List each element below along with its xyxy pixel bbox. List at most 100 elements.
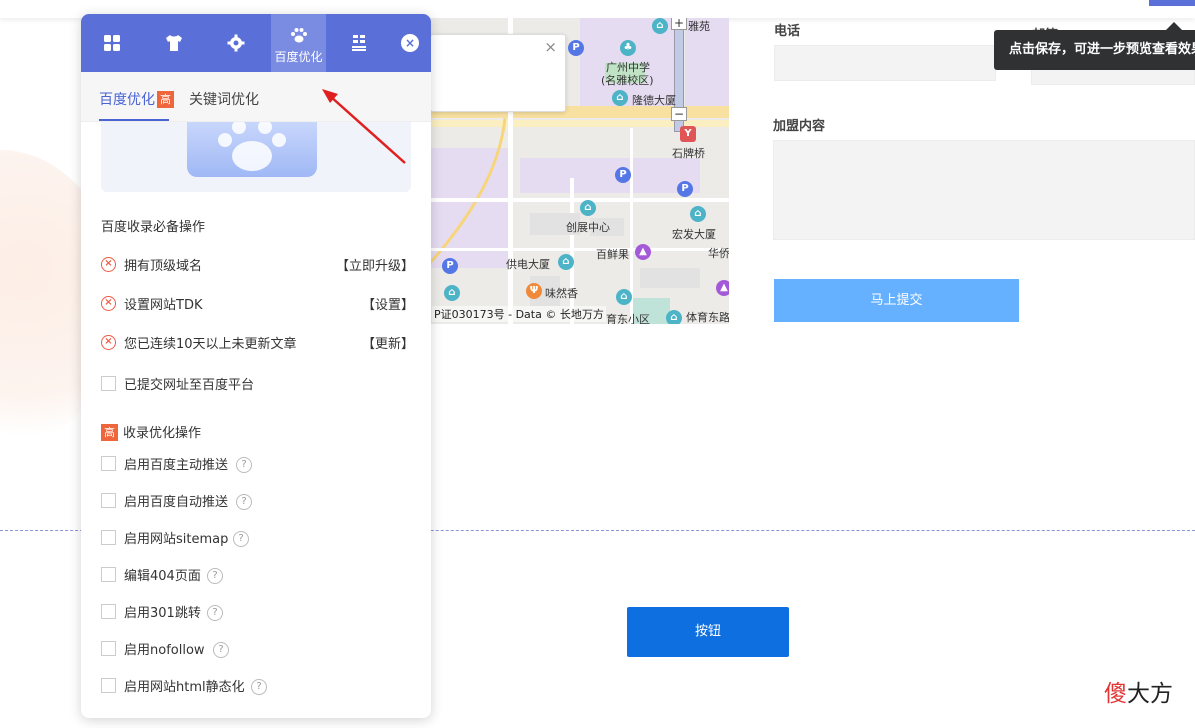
opt-item-text: 编辑404页面 <box>124 569 201 584</box>
map[interactable]: × + − ⌂ 雅苑 P ♣ 广州中学 (名雅校区) ⌂ 隆德大厦 Y 石牌桥 … <box>430 18 729 324</box>
section-required-title: 百度收录必备操作 <box>101 220 206 235</box>
zoom-in-button[interactable]: + <box>671 18 687 30</box>
help-icon[interactable]: ? <box>233 531 249 547</box>
help-icon[interactable]: ? <box>236 494 252 510</box>
map-pin-icon[interactable]: ⌂ <box>612 90 628 106</box>
tab-theme[interactable] <box>146 14 201 72</box>
update-link[interactable]: 【更新】 <box>362 333 414 352</box>
map-label: 石牌桥 <box>672 147 705 160</box>
map-pin-icon[interactable]: ⌂ <box>652 18 668 34</box>
map-pin-icon[interactable]: ⌂ <box>558 254 574 270</box>
map-label: 雅苑 <box>688 20 710 33</box>
checkbox[interactable] <box>101 678 116 693</box>
checkbox[interactable] <box>101 493 116 508</box>
submit-url-item[interactable]: 已提交网址至百度平台 <box>101 374 416 394</box>
help-icon[interactable]: ? <box>207 568 223 584</box>
section-optimize-title: 高收录优化操作 <box>101 422 201 441</box>
map-label: 育东小区 <box>606 313 650 324</box>
help-icon[interactable]: ? <box>236 457 252 473</box>
opt-item[interactable]: 启用网站sitemap ? <box>101 528 416 548</box>
opt-item-text: 启用网站html静态化 <box>124 680 245 695</box>
opt-item[interactable]: 启用百度主动推送 ? <box>101 454 416 474</box>
zoom-out-button[interactable]: − <box>671 107 687 121</box>
shirt-icon <box>166 35 182 51</box>
help-icon[interactable]: ? <box>213 642 229 658</box>
baidu-paw-graphic <box>218 120 286 171</box>
phone-field[interactable] <box>774 45 996 81</box>
map-pin-icon[interactable]: ♣ <box>620 40 636 56</box>
opt-item-text: 启用网站sitemap <box>124 532 229 547</box>
map-label: 创展中心 <box>566 221 610 234</box>
paw-icon <box>291 28 307 43</box>
section-optimize-text: 收录优化操作 <box>123 426 202 441</box>
required-item: × 设置网站TDK 【设置】 <box>101 294 416 314</box>
checkbox[interactable] <box>101 376 116 391</box>
parking-pin-icon[interactable]: P <box>615 167 631 183</box>
opt-item-text: 启用百度主动推送 <box>124 458 229 473</box>
save-tooltip: 点击保存，可进一步预览查看效果 <box>994 30 1195 70</box>
seo-panel: 百度优化 × 百度优化高 关键词优化 百度收录必备操作 × 拥有顶级域名 【立即… <box>81 14 431 718</box>
panel-subtabs: 百度优化高 关键词优化 <box>81 72 431 122</box>
shop-pin-icon[interactable]: ▲ <box>635 244 651 260</box>
checkbox[interactable] <box>101 456 116 471</box>
panel-close-button[interactable]: × <box>401 34 419 52</box>
checkbox[interactable] <box>101 530 116 545</box>
top-bar-accent[interactable] <box>1149 0 1195 6</box>
required-item-text: 拥有顶级域名 <box>124 259 203 274</box>
tooltip-arrow <box>1166 22 1182 30</box>
phone-label: 电话 <box>774 24 801 39</box>
map-pin-icon[interactable]: ⌂ <box>666 310 682 324</box>
parking-pin-icon[interactable]: P <box>442 258 458 274</box>
watermark-rest: 大方 <box>1127 681 1173 707</box>
metro-icon[interactable]: Y <box>680 126 696 142</box>
checkbox[interactable] <box>101 567 116 582</box>
map-pin-icon[interactable]: ⌂ <box>690 206 706 222</box>
map-pin-icon[interactable]: ⌂ <box>580 200 596 216</box>
panel-tab-bar: 百度优化 × <box>81 14 431 72</box>
checkbox[interactable] <box>101 641 116 656</box>
map-pin-icon[interactable]: ⌂ <box>616 289 632 305</box>
high-badge: 高 <box>101 424 118 441</box>
parking-pin-icon[interactable]: P <box>677 181 693 197</box>
map-label: (名雅校区) <box>601 74 654 87</box>
map-popup-close-icon[interactable]: × <box>544 38 557 56</box>
opt-item[interactable]: 启用nofollow ? <box>101 639 416 659</box>
map-zoom-slider[interactable]: + − <box>671 18 687 132</box>
submit-url-text: 已提交网址至百度平台 <box>124 378 255 393</box>
button[interactable]: 按钮 <box>627 607 789 657</box>
opt-item[interactable]: 编辑404页面 ? <box>101 565 416 585</box>
subtab-baidu-seo[interactable]: 百度优化高 <box>99 89 174 109</box>
grid-icon <box>104 35 120 51</box>
checkbox[interactable] <box>101 604 116 619</box>
layout-icon <box>352 35 366 51</box>
tab-settings[interactable] <box>208 14 263 72</box>
opt-item[interactable]: 启用网站html静态化 ? <box>101 676 416 696</box>
content-textarea[interactable] <box>773 140 1195 240</box>
submit-button[interactable]: 马上提交 <box>774 279 1019 322</box>
required-item: × 拥有顶级域名 【立即升级】 <box>101 255 416 275</box>
page: × + − ⌂ 雅苑 P ♣ 广州中学 (名雅校区) ⌂ 隆德大厦 Y 石牌桥 … <box>0 0 1195 728</box>
help-icon[interactable]: ? <box>251 679 267 695</box>
subtab-underline <box>99 119 169 121</box>
parking-pin-icon[interactable]: P <box>568 40 584 56</box>
watermark: 傻大方 <box>1104 674 1173 708</box>
required-item-text: 您已连续10天以上未更新文章 <box>124 337 297 352</box>
tab-layout[interactable] <box>331 14 386 72</box>
opt-item[interactable]: 启用百度自动推送 ? <box>101 491 416 511</box>
upgrade-link[interactable]: 【立即升级】 <box>336 255 414 274</box>
set-tdk-link[interactable]: 【设置】 <box>362 294 414 313</box>
high-badge: 高 <box>157 91 174 108</box>
map-label: 百鲜果 <box>596 248 629 261</box>
gear-icon <box>227 34 245 52</box>
subtab-keyword-seo[interactable]: 关键词优化 <box>189 89 259 109</box>
opt-item-text: 启用百度自动推送 <box>124 495 229 510</box>
shop-pin-icon[interactable]: ▲ <box>716 280 729 296</box>
tab-baidu-seo[interactable]: 百度优化 <box>271 14 326 72</box>
restaurant-pin-icon[interactable]: Ψ <box>526 283 542 299</box>
help-icon[interactable]: ? <box>207 605 223 621</box>
opt-item[interactable]: 启用301跳转 ? <box>101 602 416 622</box>
content-label: 加盟内容 <box>773 119 826 134</box>
map-pin-icon[interactable]: ⌂ <box>444 285 460 301</box>
opt-item-text: 启用301跳转 <box>124 606 201 621</box>
tab-modules[interactable] <box>84 14 139 72</box>
